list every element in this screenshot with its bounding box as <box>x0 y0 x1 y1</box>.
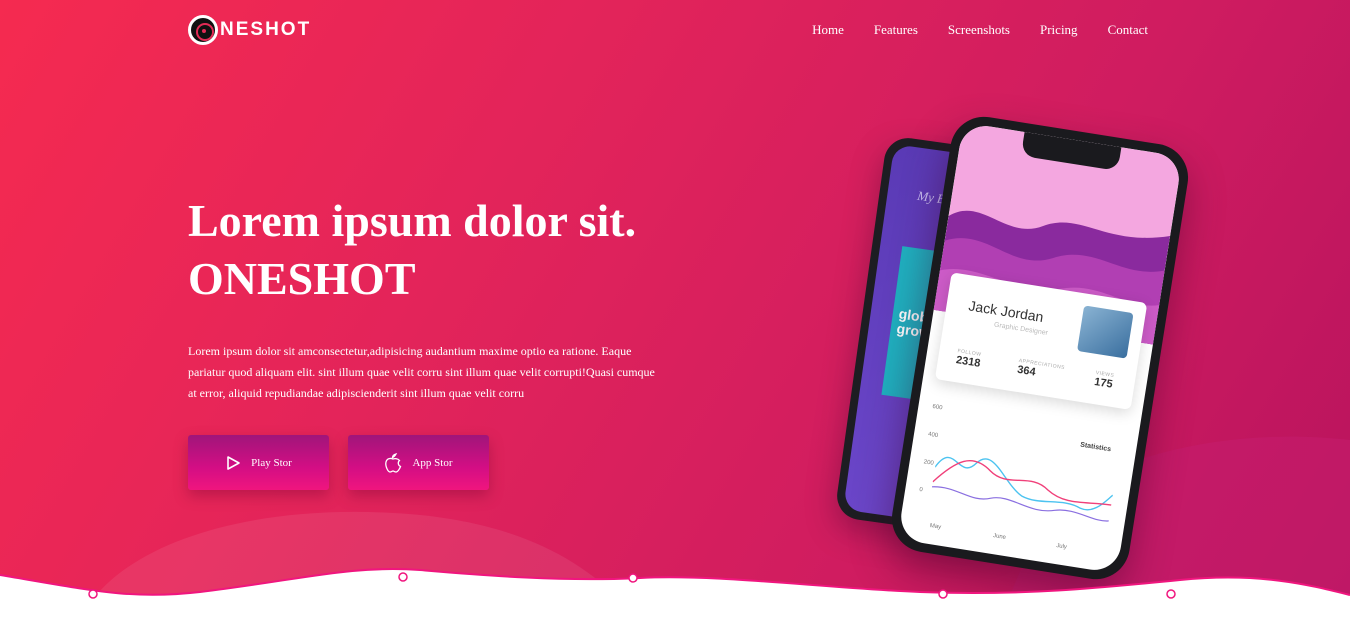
stat-views-value: 175 <box>1093 375 1114 391</box>
chart-y-label: 400 <box>927 431 939 440</box>
nav-item-home[interactable]: Home <box>812 22 844 38</box>
hero-description: Lorem ipsum dolor sit amconsectetur,adip… <box>188 344 655 400</box>
app-store-button[interactable]: App Stor <box>348 435 489 490</box>
stat-views: VIEWS 175 <box>1093 370 1114 391</box>
nav-item-contact[interactable]: Contact <box>1108 22 1148 38</box>
profile-name: Jack Jordan <box>967 297 1045 326</box>
chart-y-label: 0 <box>918 486 924 494</box>
apple-icon <box>385 452 402 473</box>
chart-y-label: 600 <box>931 403 943 412</box>
nav-menu: Home Features Screenshots Pricing Contac… <box>812 22 1148 38</box>
top-navigation: NESHOT Home Features Screenshots Pricing… <box>188 14 1148 48</box>
play-store-button[interactable]: Play Stor <box>188 435 329 490</box>
profile-photo <box>1077 305 1134 359</box>
play-store-label: Play Stor <box>251 456 292 469</box>
play-icon <box>227 455 240 470</box>
phone-mockups: My Book global growth Jack Jordan Graphi… <box>800 110 1220 590</box>
app-store-label: App Stor <box>412 456 453 469</box>
headline-line-1: Lorem ipsum dolor sit. <box>188 195 637 246</box>
stat-follow: FOLLOW 2318 <box>955 348 982 370</box>
nav-item-pricing[interactable]: Pricing <box>1040 22 1078 38</box>
target-logo-icon <box>188 15 218 45</box>
chart-y-label: 200 <box>923 459 935 467</box>
stat-appreciations: APPRECIATIONS 364 <box>1016 358 1065 383</box>
chart-x-label: May <box>929 522 942 531</box>
bottom-wave-divider <box>0 568 1350 619</box>
hero-headline: Lorem ipsum dolor sit. ONESHOT <box>188 192 636 308</box>
headline-line-2: ONESHOT <box>188 253 416 304</box>
logo-text: NESHOT <box>220 19 312 40</box>
nav-item-screenshots[interactable]: Screenshots <box>948 22 1010 38</box>
logo[interactable]: NESHOT <box>188 14 311 46</box>
stat-follow-value: 2318 <box>955 354 982 370</box>
hero-section: NESHOT Home Features Screenshots Pricing… <box>0 0 1350 619</box>
stat-appreciations-value: 364 <box>1016 363 1037 379</box>
nav-item-features[interactable]: Features <box>874 22 918 38</box>
